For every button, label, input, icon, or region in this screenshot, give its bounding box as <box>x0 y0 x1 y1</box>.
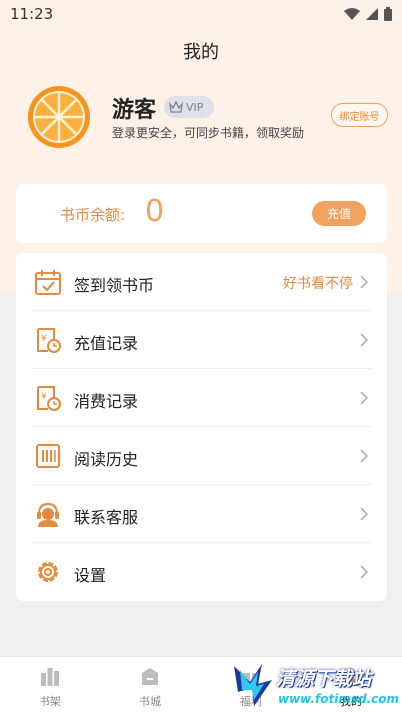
menu-item-label: 联系客服 <box>74 508 139 527</box>
chevron-right-icon <box>360 565 369 579</box>
menu-item-label: 充值记录 <box>74 334 139 353</box>
menu-item-customer-service[interactable]: 联系客服 <box>16 485 387 543</box>
login-hint: 登录更安全，可同步书籍，领取奖励 <box>112 126 305 140</box>
bookstore-icon <box>142 668 158 685</box>
menu-item-label: 签到领书币 <box>74 276 155 295</box>
menu-item-hint: 好书看不停 <box>283 276 353 292</box>
orange-avatar-icon[interactable] <box>27 85 91 149</box>
menu-item-label: 阅读历史 <box>74 450 139 469</box>
svg-text:¥: ¥ <box>41 392 47 402</box>
watermark: 清源下载站 www.fotimsd.com <box>232 660 399 712</box>
nav-label: 书架 <box>39 695 61 708</box>
calendar-check-icon <box>35 270 61 295</box>
menu-item-settings[interactable]: 设置 <box>16 543 387 601</box>
status-bar: 11:23 <box>0 0 402 28</box>
nav-label: 书城 <box>139 695 161 708</box>
wifi-icon <box>344 8 360 20</box>
battery-icon <box>384 7 392 21</box>
crown-icon <box>169 101 183 113</box>
page-title: 我的 <box>183 42 219 63</box>
chevron-right-icon <box>360 449 369 463</box>
svg-text:¥: ¥ <box>41 334 47 344</box>
menu-card: 签到领书币 好书看不停 ¥ 充值记录 ¥ 消费记录 阅读历史 联系客服 设置 <box>16 253 387 601</box>
chevron-right-icon <box>360 275 369 289</box>
watermark-url: www.fotimsd.com <box>278 692 400 706</box>
recharge-record-icon: ¥ <box>37 328 61 353</box>
balance-value: 0 <box>145 194 165 229</box>
signal-icon <box>366 8 378 20</box>
vip-badge: VIP <box>164 96 214 118</box>
watermark-title: 清源下载站 <box>276 668 372 690</box>
menu-item-consume-record[interactable]: ¥ 消费记录 <box>16 369 387 427</box>
menu-item-label: 消费记录 <box>74 392 139 411</box>
menu-item-reading-history[interactable]: 阅读历史 <box>16 427 387 485</box>
menu-item-recharge-record[interactable]: ¥ 充值记录 <box>16 311 387 369</box>
chevron-right-icon <box>360 391 369 405</box>
status-time: 11:23 <box>10 5 54 23</box>
reading-history-icon <box>36 444 60 468</box>
vip-label: VIP <box>186 100 204 114</box>
balance-label: 书币余额: <box>60 206 126 224</box>
chevron-right-icon <box>360 333 369 347</box>
balance-card: 书币余额: 0 充值 <box>16 184 387 243</box>
settings-gear-icon <box>38 562 58 582</box>
recharge-button[interactable]: 充值 <box>312 201 366 226</box>
consume-record-icon: ¥ <box>37 386 61 411</box>
nav-item-bookshelf[interactable]: 书架 <box>20 665 80 709</box>
bookshelf-icon <box>41 668 59 686</box>
chevron-right-icon <box>360 507 369 521</box>
watermark-logo-icon <box>234 664 272 706</box>
bind-account-button[interactable]: 绑定账号 <box>331 103 388 127</box>
menu-item-label: 设置 <box>74 566 107 585</box>
username: 游客 <box>112 98 157 123</box>
status-icons <box>344 7 392 21</box>
customer-service-icon <box>37 502 59 527</box>
menu-item-sign-in[interactable]: 签到领书币 好书看不停 <box>16 253 387 311</box>
nav-item-bookstore[interactable]: 书城 <box>120 665 180 709</box>
